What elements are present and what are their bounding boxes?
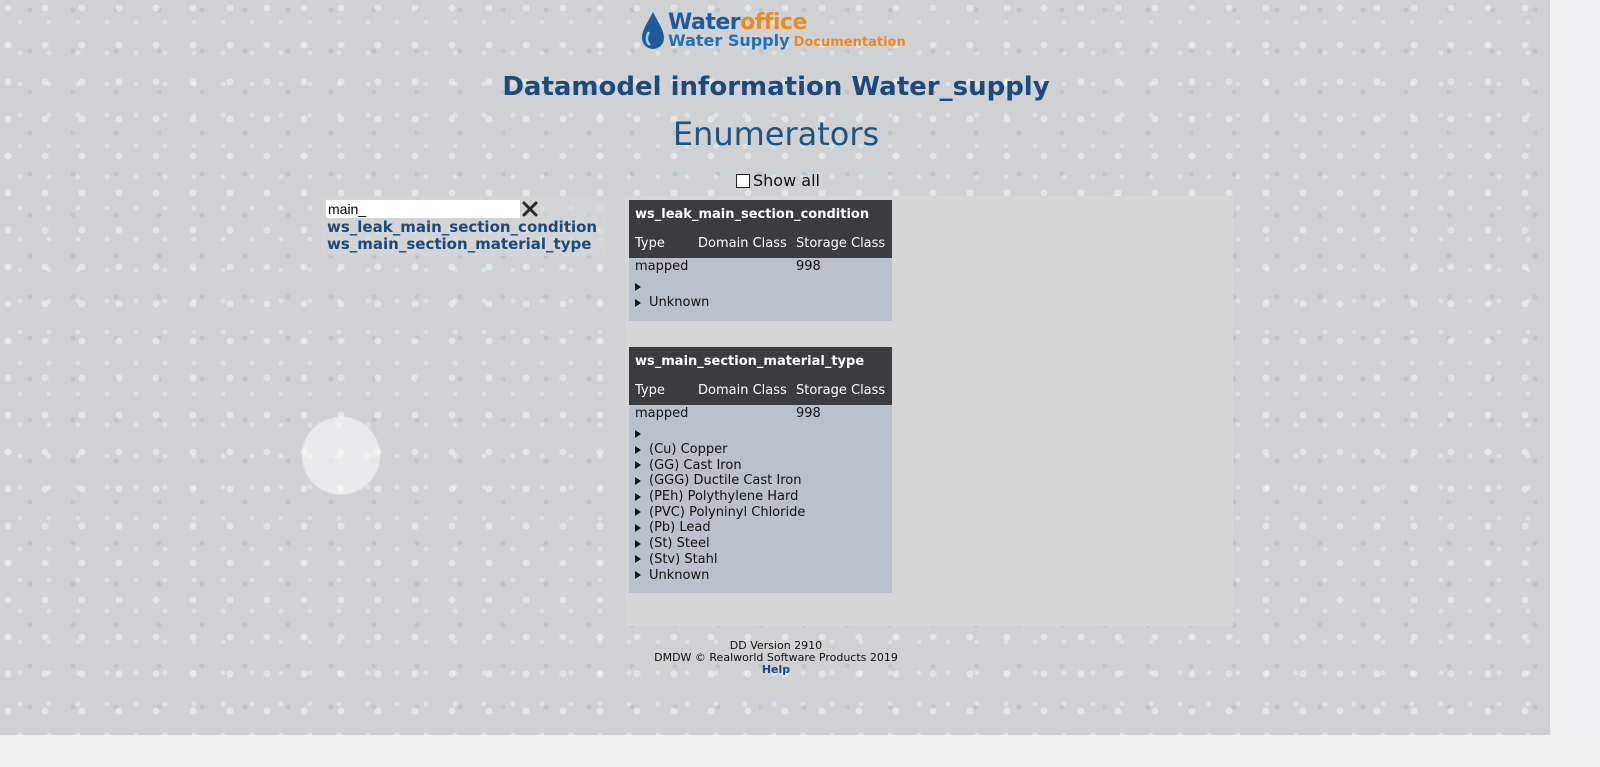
- enum-item-label: (Stv) Stahl: [649, 551, 718, 567]
- search-input[interactable]: [326, 200, 520, 218]
- enum-item-label: (Cu) Copper: [649, 442, 728, 458]
- bottom-strip: [0, 735, 1600, 767]
- enum-column-headers: Type Domain Class Storage Class: [635, 230, 886, 258]
- footer: DD Version 2910 DMDW © Realworld Softwar…: [0, 640, 1552, 676]
- enum-item[interactable]: [635, 426, 886, 442]
- enum-header: ws_leak_main_section_condition Type Doma…: [629, 200, 892, 258]
- enum-item-label: (GGG) Ductile Cast Iron: [649, 473, 802, 489]
- checkbox-box[interactable]: [736, 173, 750, 188]
- enum-item-label: (St) Steel: [649, 536, 710, 552]
- enum-storage-class-value: 998: [796, 406, 821, 421]
- show-all-label: Show all: [753, 171, 820, 190]
- enum-item-label: (GG) Cast Iron: [649, 457, 742, 473]
- enum-value-row: mapped 998: [635, 405, 886, 423]
- expand-triangle-icon[interactable]: [635, 539, 641, 548]
- enum-item[interactable]: (GG) Cast Iron: [635, 457, 886, 473]
- logo: Wateroffice Water Supply Documentation: [640, 10, 920, 52]
- enum-item-label: (Pb) Lead: [649, 520, 711, 536]
- enum-item[interactable]: (Pb) Lead: [635, 520, 886, 536]
- enum-item[interactable]: (PVC) Polyninyl Chloride: [635, 504, 886, 520]
- column-header-domain-class: Domain Class: [698, 236, 787, 251]
- expand-triangle-icon[interactable]: [635, 429, 641, 438]
- column-header-domain-class: Domain Class: [698, 383, 787, 398]
- column-header-type: Type: [635, 236, 665, 251]
- close-icon[interactable]: [520, 199, 540, 219]
- expand-triangle-icon[interactable]: [635, 476, 641, 485]
- enum-item-label: (PVC) Polyninyl Chloride: [649, 504, 806, 520]
- enum-card: ws_leak_main_section_condition Type Doma…: [629, 200, 892, 321]
- expand-triangle-icon[interactable]: [635, 523, 641, 532]
- enum-body: mapped 998 (Cu) Copper (GG) Cast Iron (G…: [629, 405, 892, 583]
- column-header-type: Type: [635, 383, 665, 398]
- expand-triangle-icon[interactable]: [635, 555, 641, 564]
- vertical-scrollbar[interactable]: [1550, 0, 1568, 767]
- expand-triangle-icon[interactable]: [635, 445, 641, 454]
- logo-tagline: Water Supply Documentation: [668, 31, 906, 51]
- help-link[interactable]: Help: [0, 664, 1552, 676]
- expand-triangle-icon[interactable]: [635, 571, 641, 580]
- expand-triangle-icon[interactable]: [635, 282, 641, 291]
- enum-value-row: mapped 998: [635, 258, 886, 276]
- enum-item[interactable]: (Cu) Copper: [635, 442, 886, 458]
- expand-triangle-icon[interactable]: [635, 508, 641, 517]
- enum-item[interactable]: Unknown: [635, 295, 886, 311]
- enum-card: ws_main_section_material_type Type Domai…: [629, 347, 892, 593]
- enum-name: ws_leak_main_section_condition: [635, 207, 870, 222]
- enum-item[interactable]: (GGG) Ductile Cast Iron: [635, 473, 886, 489]
- expand-triangle-icon[interactable]: [635, 461, 641, 470]
- page-subtitle: Enumerators: [672, 115, 880, 153]
- enum-item-label: Unknown: [649, 295, 710, 311]
- search-result-link[interactable]: ws_main_section_material_type: [327, 236, 591, 253]
- enum-body: mapped 998 Unknown: [629, 258, 892, 310]
- enum-item[interactable]: (St) Steel: [635, 536, 886, 552]
- enum-column-headers: Type Domain Class Storage Class: [635, 377, 886, 405]
- enum-storage-class-value: 998: [796, 259, 821, 274]
- enum-item[interactable]: (PEh) Polythylene Hard: [635, 489, 886, 505]
- column-header-storage-class: Storage Class: [796, 383, 886, 398]
- page-title: Datamodel information Water_supply: [502, 72, 1050, 102]
- enum-name: ws_main_section_material_type: [635, 354, 865, 369]
- search-result-link[interactable]: ws_leak_main_section_condition: [327, 219, 597, 236]
- show-all-checkbox[interactable]: Show all: [736, 171, 820, 190]
- expand-triangle-icon[interactable]: [635, 492, 641, 501]
- enum-header: ws_main_section_material_type Type Domai…: [629, 347, 892, 405]
- enum-domain-class-value: [698, 258, 796, 276]
- water-drop-icon: [642, 12, 664, 49]
- enum-item[interactable]: (Stv) Stahl: [635, 552, 886, 568]
- enum-item-label: (PEh) Polythylene Hard: [649, 489, 799, 505]
- enum-type-value: mapped: [635, 406, 689, 421]
- enum-type-value: mapped: [635, 259, 689, 274]
- enum-item[interactable]: Unknown: [635, 567, 886, 583]
- column-header-storage-class: Storage Class: [796, 236, 886, 251]
- enum-item-label: Unknown: [649, 567, 710, 583]
- enum-item[interactable]: [635, 279, 886, 295]
- enum-domain-class-value: [698, 405, 796, 423]
- expand-triangle-icon[interactable]: [635, 298, 641, 307]
